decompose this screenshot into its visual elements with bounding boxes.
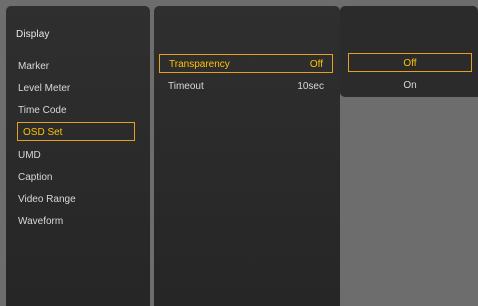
menu-item-video-range[interactable]: Video Range xyxy=(18,189,76,211)
menu-header: Display xyxy=(16,29,50,40)
display-menu-panel: Display Marker Level Meter Time Code OSD… xyxy=(6,6,150,306)
osd-display-screen: Display Marker Level Meter Time Code OSD… xyxy=(0,0,478,306)
menu-item-level-meter[interactable]: Level Meter xyxy=(18,78,70,100)
option-off[interactable]: Off xyxy=(348,53,472,72)
setting-label: Timeout xyxy=(168,81,204,92)
menu-item-marker[interactable]: Marker xyxy=(18,56,49,78)
setting-row-timeout[interactable]: Timeout 10sec xyxy=(159,77,333,96)
option-list-panel: Off On xyxy=(340,6,478,97)
setting-value: 10sec xyxy=(297,81,324,92)
menu-item-caption[interactable]: Caption xyxy=(18,167,52,189)
menu-item-time-code[interactable]: Time Code xyxy=(18,100,67,122)
setting-label: Transparency xyxy=(169,59,230,70)
menu-item-osd-set[interactable]: OSD Set xyxy=(17,122,135,141)
setting-value: Off xyxy=(309,59,323,70)
menu-item-waveform[interactable]: Waveform xyxy=(18,211,63,233)
menu-item-umd[interactable]: UMD xyxy=(18,145,41,167)
osd-settings-panel: Transparency Off Timeout 10sec xyxy=(154,6,340,306)
setting-row-transparency[interactable]: Transparency Off xyxy=(159,54,333,73)
option-on[interactable]: On xyxy=(348,76,472,95)
